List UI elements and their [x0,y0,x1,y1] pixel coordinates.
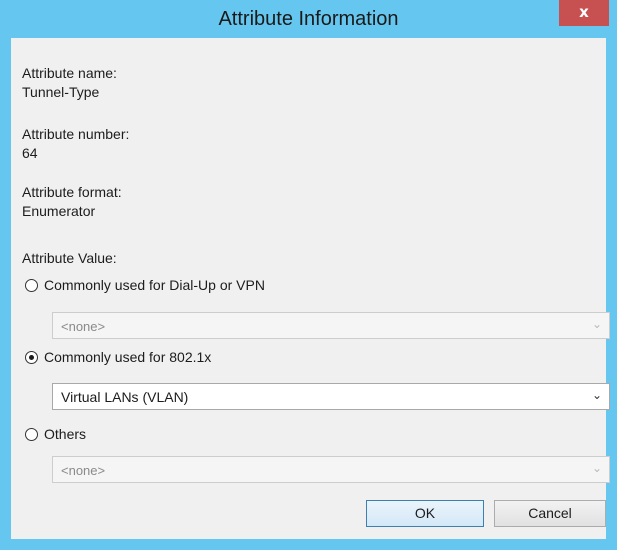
chevron-down-icon: ⌄ [591,317,603,331]
radio-802-1x-label: Commonly used for 802.1x [44,349,212,365]
chevron-down-icon: ⌄ [591,388,603,402]
attribute-number-value: 64 [22,145,38,161]
others-select-value: <none> [61,463,106,478]
radio-dialup-vpn[interactable]: Commonly used for Dial-Up or VPN [25,276,265,294]
ok-button[interactable]: OK [366,500,484,527]
dialup-vpn-select-value: <none> [61,319,106,334]
dialog-body: Attribute name: Tunnel-Type Attribute nu… [11,38,610,539]
cancel-button[interactable]: Cancel [494,500,606,527]
radio-802-1x[interactable]: Commonly used for 802.1x [25,348,211,366]
attribute-format-label: Attribute format: [22,184,122,200]
dialup-vpn-select[interactable]: <none> ⌄ [52,312,610,339]
chevron-down-icon: ⌄ [591,461,603,475]
close-button[interactable]: x [559,0,609,26]
radio-others[interactable]: Others [25,425,86,443]
close-icon: x [579,3,589,21]
attribute-number-label: Attribute number: [22,126,130,142]
radio-button[interactable] [25,427,38,441]
title-bar[interactable]: Attribute Information x [0,0,617,38]
radio-button[interactable] [25,278,38,292]
attribute-name-label: Attribute name: [22,65,117,81]
attribute-format-value: Enumerator [22,203,96,219]
dot1x-select[interactable]: Virtual LANs (VLAN) ⌄ [52,383,610,410]
radio-button-checked[interactable] [25,350,38,364]
others-select[interactable]: <none> ⌄ [52,456,610,483]
dot1x-select-value: Virtual LANs (VLAN) [61,389,189,405]
attribute-information-dialog: Attribute Information x Attribute name: … [0,0,617,550]
radio-others-label: Others [44,426,87,442]
radio-dialup-vpn-label: Commonly used for Dial-Up or VPN [44,277,265,293]
attribute-name-value: Tunnel-Type [22,84,100,100]
dialog-title: Attribute Information [218,8,399,30]
attribute-value-label: Attribute Value: [22,250,117,266]
